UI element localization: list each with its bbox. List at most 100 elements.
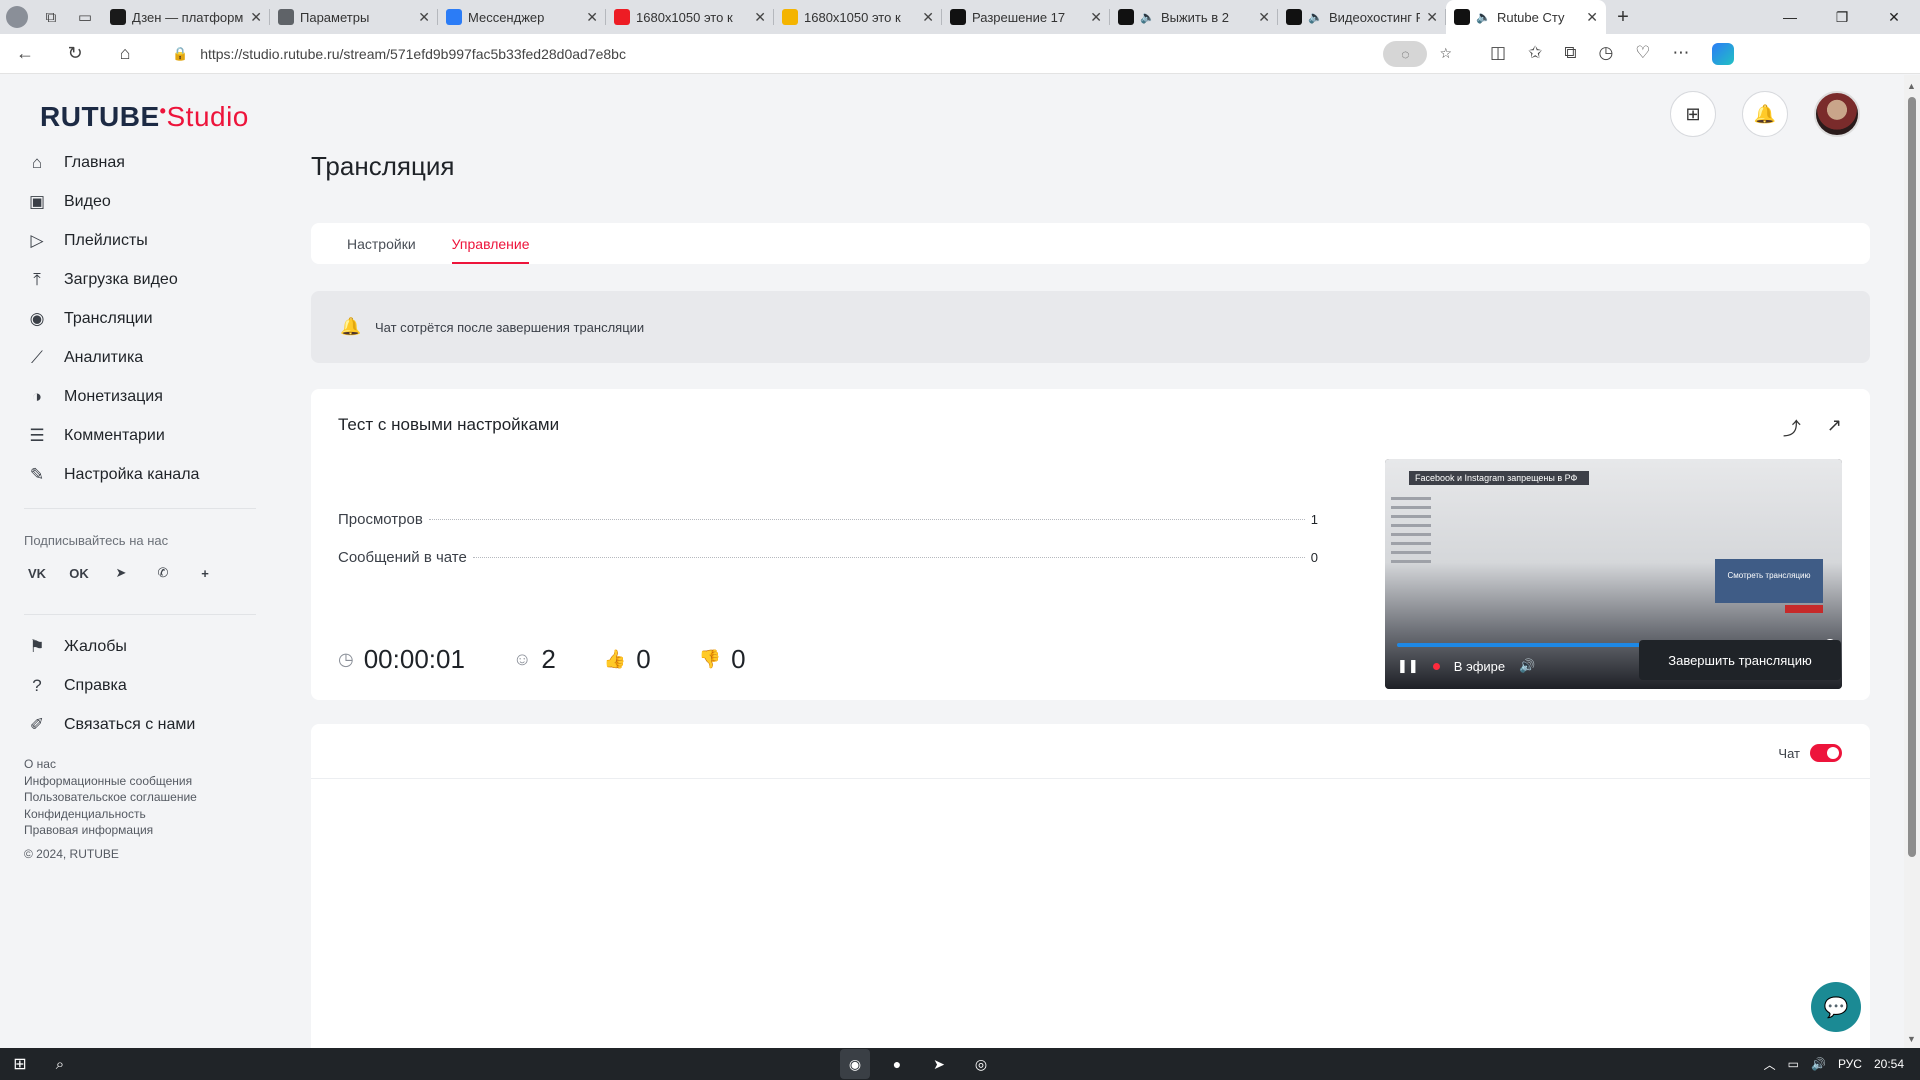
close-tab-icon[interactable]: ✕ <box>418 9 430 26</box>
close-tab-icon[interactable]: ✕ <box>1090 9 1102 26</box>
share-icon[interactable]: ⤴ <box>1783 415 1801 441</box>
browser-tab[interactable]: 🔈 Видеохостинг R ✕ <box>1278 0 1446 34</box>
viber-icon[interactable]: ✆ <box>152 562 174 584</box>
vk-icon[interactable]: VK <box>26 562 48 584</box>
browser-tab[interactable]: Дзен — платформ ✕ <box>102 0 270 34</box>
clock[interactable]: 20:54 <box>1874 1057 1904 1071</box>
browser-profile-button[interactable] <box>0 0 34 34</box>
favorites-icon[interactable]: ✩ <box>1528 43 1542 65</box>
sidebar-item-help[interactable]: ? Справка <box>24 666 256 705</box>
telegram-icon[interactable]: ➤ <box>110 562 132 584</box>
speaker-icon[interactable]: 🔈 <box>1476 10 1491 24</box>
lock-icon[interactable]: 🔒 <box>172 46 188 62</box>
footer-link[interactable]: Конфиденциальность <box>24 806 256 823</box>
pause-icon[interactable]: ❚❚ <box>1397 658 1419 674</box>
telegram-app-icon[interactable]: ➤ <box>924 1049 954 1079</box>
close-tab-icon[interactable]: ✕ <box>250 9 262 26</box>
support-chat-button[interactable]: 💬 <box>1811 982 1861 1032</box>
close-window-button[interactable]: ✕ <box>1868 9 1920 26</box>
sidebar-item-video[interactable]: ▣ Видео <box>24 182 256 221</box>
workspaces-icon[interactable]: ⧉ <box>34 0 68 34</box>
odnoklassniki-icon[interactable]: OK <box>68 562 90 584</box>
restore-button[interactable]: ❐ <box>1816 9 1868 26</box>
history-icon[interactable]: ◷ <box>1598 43 1613 65</box>
speaker-icon[interactable]: 🔈 <box>1140 10 1155 24</box>
page-scrollbar[interactable]: ▲ ▼ <box>1904 75 1920 1048</box>
volume-tray-icon[interactable]: 🔊 <box>1811 1057 1826 1071</box>
tab-actions-icon[interactable]: ▭ <box>68 0 102 34</box>
browser-tab[interactable]: Параметры ✕ <box>270 0 438 34</box>
language-indicator[interactable]: РУС <box>1838 1057 1862 1071</box>
duration-metric: ◷ 00:00:01 <box>338 644 465 674</box>
tracking-prevention-icon[interactable]: ◌ <box>1383 40 1428 67</box>
footer-link[interactable]: Пользовательское соглашение <box>24 789 256 806</box>
sidebar-item-playlist[interactable]: ▷ Плейлисты <box>24 221 256 260</box>
browser-tab[interactable]: Мессенджер ✕ <box>438 0 606 34</box>
footer-link[interactable]: О нас <box>24 756 256 773</box>
sidebar-item-home[interactable]: ⌂ Главная <box>24 143 256 182</box>
tab-management[interactable]: Управление <box>451 223 529 264</box>
footer-link[interactable]: Правовая информация <box>24 822 256 839</box>
close-tab-icon[interactable]: ✕ <box>586 9 598 26</box>
minimize-button[interactable]: — <box>1764 9 1816 26</box>
sidebar-item-broadcast[interactable]: ◉ Трансляции <box>24 299 256 338</box>
browser-tab[interactable]: 1680x1050 это к ✕ <box>774 0 942 34</box>
close-tab-icon[interactable]: ✕ <box>1586 9 1598 26</box>
collections-icon[interactable]: ⧉ <box>1564 43 1576 65</box>
scroll-up-icon[interactable]: ▲ <box>1907 81 1916 91</box>
copilot-icon[interactable] <box>1711 42 1734 65</box>
tab-settings[interactable]: Настройки <box>347 223 416 264</box>
footer-link[interactable]: Информационные сообщения <box>24 773 256 790</box>
sidebar-item-upload[interactable]: ⤒ Загрузка видео <box>24 260 256 299</box>
rutube-studio-logo[interactable]: RUTUBE•Studio <box>40 101 249 133</box>
new-tab-button[interactable]: + <box>1606 6 1640 29</box>
comments-icon: ☰ <box>29 425 45 445</box>
split-screen-icon[interactable]: ◫ <box>1490 43 1506 65</box>
home-browser-icon[interactable]: ⌂ <box>100 43 150 64</box>
github-app-icon[interactable]: ● <box>882 1049 912 1079</box>
add-content-button[interactable]: ⊞ <box>1670 91 1716 137</box>
browser-essentials-icon[interactable]: ♡ <box>1635 43 1650 65</box>
open-external-icon[interactable]: ↗ <box>1827 415 1842 441</box>
close-tab-icon[interactable]: ✕ <box>754 9 766 26</box>
sidebar-item-channel-settings[interactable]: ✎ Настройка канала <box>24 455 256 494</box>
browser-tab[interactable]: Разрешение 17 ✕ <box>942 0 1110 34</box>
windows-start-icon[interactable]: ⊞ <box>0 1054 40 1074</box>
notifications-button[interactable]: 🔔 <box>1742 91 1788 137</box>
help-icon: ? <box>32 675 42 695</box>
more-menu-icon[interactable]: ⋯ <box>1673 43 1690 65</box>
app-icon[interactable]: ◎ <box>966 1049 996 1079</box>
end-stream-button[interactable]: Завершить трансляцию <box>1639 640 1841 680</box>
close-tab-icon[interactable]: ✕ <box>1258 9 1270 26</box>
close-tab-icon[interactable]: ✕ <box>1426 9 1438 26</box>
plus-icon[interactable]: + <box>194 562 216 584</box>
sidebar-item-label: Аналитика <box>64 348 144 366</box>
close-tab-icon[interactable]: ✕ <box>922 9 934 26</box>
scrollbar-thumb[interactable] <box>1908 97 1916 857</box>
viewers-icon: ☺ <box>512 649 532 669</box>
sidebar-item-contact[interactable]: ✐ Связаться с нами <box>24 705 256 744</box>
browser-tab[interactable]: 🔈 Rutube Сту ✕ <box>1446 0 1606 34</box>
address-field[interactable]: 🔒 https://studio.rutube.ru/stream/571efd… <box>162 39 1462 69</box>
sidebar-item-analytics[interactable]: ⟋ Аналитика <box>24 338 256 377</box>
chat-toggle-switch[interactable] <box>1810 744 1842 762</box>
favorite-star-icon[interactable]: ☆ <box>1439 45 1452 62</box>
scroll-down-icon[interactable]: ▼ <box>1907 1034 1916 1044</box>
browser-tab[interactable]: 1680x1050 это к ✕ <box>606 0 774 34</box>
refresh-icon[interactable]: ↻ <box>50 43 100 64</box>
back-icon[interactable]: ← <box>0 43 50 64</box>
browser-tab[interactable]: 🔈 Выжить в 2 ✕ <box>1110 0 1278 34</box>
sidebar-item-flag[interactable]: ⚑ Жалобы <box>24 627 256 666</box>
sidebar-item-monetization[interactable]: ◑ Монетизация <box>24 377 256 416</box>
network-icon[interactable]: ▭ <box>1788 1057 1799 1071</box>
taskbar-search-icon[interactable]: ⌕ <box>40 1056 80 1073</box>
dislikes-metric: 👎 0 <box>698 644 746 674</box>
edge-app-icon[interactable]: ◉ <box>840 1049 870 1079</box>
sidebar-item-comments[interactable]: ☰ Комментарии <box>24 416 256 455</box>
inner-watch-box: Смотреть трансляцию <box>1715 559 1823 603</box>
volume-icon[interactable]: 🔊 <box>1519 658 1535 674</box>
speaker-icon[interactable]: 🔈 <box>1308 10 1323 24</box>
tray-chevron-icon[interactable]: ︿ <box>1764 1056 1776 1073</box>
avatar[interactable] <box>1814 91 1860 137</box>
tab-favicon-icon <box>446 9 462 25</box>
